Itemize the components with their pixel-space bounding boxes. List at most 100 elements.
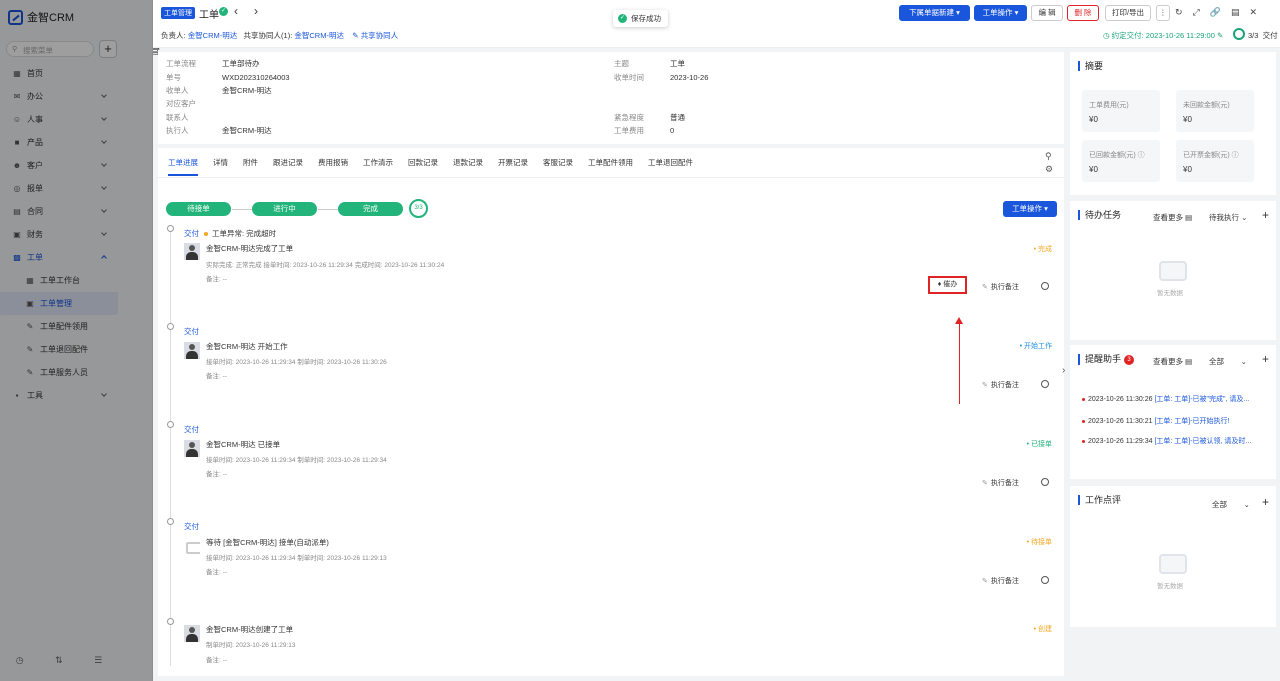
exec-note-button[interactable]: ✎ 执行备注 [982, 478, 1019, 488]
timeline-group-label: 交付 [184, 327, 199, 336]
search-icon[interactable]: ⚲ [1045, 151, 1052, 162]
tab-expense[interactable]: 费用报销 [318, 157, 348, 176]
reminder-item[interactable]: 2023-10-26 11:30:21 [工单: 工单]-已开始执行! [1082, 416, 1276, 426]
info-field: 收单时间 2023-10-26 [614, 73, 709, 82]
event-title: 等待 [金智CRM-明达] 接单(自动派单) [206, 538, 329, 547]
link-icon[interactable]: 🔗 [1210, 7, 1221, 18]
owner-link[interactable]: 金智CRM-明达 [188, 31, 238, 40]
reminder-item[interactable]: 2023-10-26 11:30:26 [工单: 工单]-已被"完成", 请及.… [1082, 394, 1276, 404]
timeline-dot [167, 421, 174, 428]
event-status: • 已接单 [1026, 441, 1052, 448]
review-filter-select[interactable]: 全部 ⌄ [1212, 499, 1250, 510]
ticket-operation-button[interactable]: 工单操作 ▾ [1003, 201, 1057, 217]
todo-empty-text: 暂无数据 [1157, 290, 1183, 297]
tab-refunds[interactable]: 退款记录 [453, 157, 483, 176]
tab-parts-return[interactable]: 工单退回配件 [648, 157, 693, 176]
exec-note-button[interactable]: ✎ 执行备注 [982, 282, 1019, 292]
edit-icon: ✎ [982, 382, 988, 389]
event-time: 实际完成: 正常完成 接单时间: 2023-10-26 11:29:34 完成时… [206, 262, 445, 269]
modal-overlay[interactable] [0, 0, 153, 681]
todo-title: 待办任务 [1078, 210, 1121, 220]
collapse-right-panel-icon[interactable]: › [1062, 365, 1065, 376]
reminder-view-more[interactable]: 查看更多 ▤ [1153, 356, 1192, 367]
comment-icon[interactable] [1041, 282, 1049, 290]
tab-progress[interactable]: 工单进展 [168, 157, 198, 176]
more-menu-button[interactable]: ⋮ [1156, 5, 1170, 21]
tab-parts-claim[interactable]: 工单配件领用 [588, 157, 633, 176]
share-collaborator-link[interactable]: ✎ 共享协同人 [352, 31, 398, 40]
stage-in-progress: 进行中 [252, 202, 317, 216]
info-field: 工单流程 工单部待办 [166, 59, 260, 68]
empty-box-icon [1159, 554, 1187, 574]
add-review-button[interactable]: + [1262, 495, 1269, 509]
event-time: 制单时间: 2023-10-26 11:29:13 [206, 642, 296, 649]
edit-icon: ✎ [982, 480, 988, 487]
empty-box-icon [1159, 261, 1187, 281]
stage-count: 3/3 [409, 199, 428, 218]
delete-button[interactable]: 删 除 [1067, 5, 1099, 21]
reminder-item[interactable]: 2023-10-26 11:29:34 [工单: 工单]-已被认领, 请及时..… [1082, 436, 1276, 446]
stage-connector [318, 209, 338, 210]
reminder-filter-select[interactable]: 全部 ⌄ [1209, 356, 1247, 367]
event-status: • 创建 [1033, 626, 1052, 633]
next-record-button[interactable]: › [254, 4, 258, 18]
save-success-toast: ✓ 保存成功 [613, 10, 668, 27]
urge-button[interactable]: ♦ 催办 [928, 276, 967, 294]
tab-invoices[interactable]: 开票记录 [498, 157, 528, 176]
event-remark: 备注: -- [206, 657, 227, 664]
info-field: 执行人 金智CRM-明达 [166, 126, 272, 135]
prev-record-button[interactable]: ‹ [234, 4, 238, 18]
timeline-line [170, 226, 171, 666]
tab-payments[interactable]: 回款记录 [408, 157, 438, 176]
comment-icon[interactable] [1041, 380, 1049, 388]
ticket-operation-button[interactable]: 工单操作 ▾ [974, 5, 1027, 21]
edit-button[interactable]: 编 辑 [1031, 5, 1063, 21]
timeline-group-label: 交付 [184, 229, 199, 238]
print-export-button[interactable]: 打印/导出 [1105, 5, 1151, 21]
stage-connector [232, 209, 252, 210]
settings-icon[interactable]: ⚙ [1045, 164, 1053, 175]
minimize-icon[interactable]: ▤ [1231, 7, 1240, 18]
fullscreen-icon[interactable]: ⤢ [1193, 7, 1200, 18]
comment-icon[interactable] [1041, 576, 1049, 584]
bell-icon: ♦ [937, 281, 942, 288]
reminder-title: 提醒助手 3 [1078, 354, 1135, 365]
header-icon-group: ↻ ⤢ 🔗 ▤ ✕ [1175, 7, 1257, 18]
todo-card: 待办任务 查看更多 ▤ 待我执行 ⌄ + 暂无数据 [1070, 201, 1276, 340]
event-status: • 待接单 [1026, 539, 1052, 546]
collaborator-link[interactable]: 金智CRM-明达 [294, 31, 344, 40]
exec-note-button[interactable]: ✎ 执行备注 [982, 380, 1019, 390]
add-todo-button[interactable]: + [1262, 208, 1269, 222]
info-field: 对应客户 [166, 99, 196, 108]
tab-attachments[interactable]: 附件 [243, 157, 258, 176]
stat-ticket-cost: 工单费用(元) ¥0 [1082, 90, 1160, 132]
todo-view-more[interactable]: 查看更多 ▤ [1153, 212, 1192, 223]
timeline-dot [167, 518, 174, 525]
system-avatar [184, 538, 200, 555]
comment-icon[interactable] [1041, 478, 1049, 486]
success-icon: ✓ [618, 14, 627, 23]
tab-service[interactable]: 客服记录 [543, 157, 573, 176]
tab-work-instructions[interactable]: 工作清示 [363, 157, 393, 176]
avatar [184, 243, 200, 260]
tab-divider [158, 177, 1064, 178]
timeline-group-label: 交付 [184, 522, 199, 531]
add-reminder-button[interactable]: + [1262, 352, 1269, 366]
exec-note-button[interactable]: ✎ 执行备注 [982, 576, 1019, 586]
todo-filter-select[interactable]: 待我执行 ⌄ [1209, 212, 1247, 223]
reminder-card: 提醒助手 3 查看更多 ▤ 全部 ⌄ + 2023-10-26 11:30:26 … [1070, 345, 1276, 479]
close-icon[interactable]: ✕ [1249, 7, 1257, 18]
refresh-icon[interactable]: ↻ [1175, 7, 1183, 18]
review-title: 工作点评 [1078, 495, 1121, 505]
edit-icon: ✎ [982, 284, 988, 291]
tab-details[interactable]: 详情 [213, 157, 228, 176]
summary-card: 摘要 工单费用(元) ¥0 未回款金额(元) ¥0 已回款金额(元) ⓘ ¥0 已开票… [1070, 52, 1276, 195]
event-time: 接单时间: 2023-10-26 11:29:34 制单时间: 2023-10-… [206, 555, 387, 562]
edit-icon[interactable]: ✎ [1217, 31, 1223, 40]
event-title: 金智CRM-明达 已接单 [206, 440, 281, 449]
summary-title: 摘要 [1078, 61, 1103, 71]
detail-header: 工单管理 工单 ✓ ‹ › 负责人: 金智CRM-明达 共享协同人(1): 金智… [153, 0, 1280, 48]
event-remark: 备注: -- [206, 373, 227, 380]
tab-followup[interactable]: 跟进记录 [273, 157, 303, 176]
new-subordinate-doc-button[interactable]: 下属单据新建 ▾ [899, 5, 970, 21]
